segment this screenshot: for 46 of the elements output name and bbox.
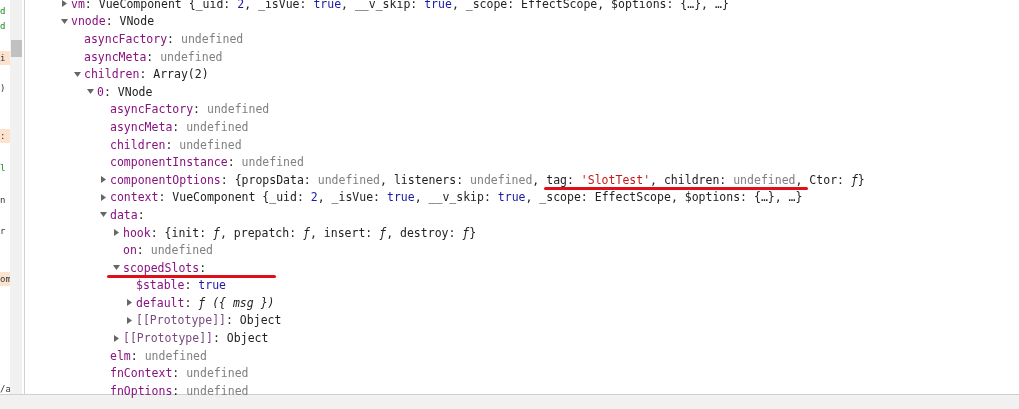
code-fragment: n: [0, 194, 7, 207]
property-line: context: VueComponent {_uid: 2, _isVue: true, __v_skip: true, _scope: EffectScope, $options: {…}, …}: [110, 190, 803, 205]
code-fragment: d: [0, 5, 7, 18]
code-fragment: r: [0, 225, 7, 238]
property-line: data:: [110, 207, 145, 222]
property-line: [[Prototype]]: Object: [123, 331, 269, 346]
code-fragment: d: [0, 20, 7, 33]
property-line: hook: {init: ƒ, prepatch: ƒ, insert: ƒ, destroy: ƒ}: [123, 225, 477, 240]
collapse-triangle-icon[interactable]: [113, 264, 120, 272]
property-line: $stable: true: [136, 278, 227, 293]
expand-triangle-icon[interactable]: [126, 317, 133, 324]
property-line: 0: VNode: [97, 84, 153, 99]
collapse-triangle-icon[interactable]: [61, 17, 68, 25]
collapse-triangle-icon[interactable]: [87, 88, 94, 96]
property-line: asyncFactory: undefined: [110, 102, 270, 117]
property-line: children: undefined: [110, 137, 242, 152]
expand-triangle-icon[interactable]: [100, 176, 107, 184]
expand-triangle-icon[interactable]: [100, 193, 107, 201]
property-line: children: Array(2): [84, 67, 209, 82]
code-fragment: om: [0, 272, 10, 286]
property-line: [[Prototype]]: Object: [136, 313, 282, 328]
property-line: asyncMeta: undefined: [110, 119, 249, 134]
expand-triangle-icon[interactable]: [113, 229, 120, 236]
property-line: fnOptions: undefined: [110, 383, 249, 398]
property-line: on: undefined: [123, 243, 214, 258]
expand-triangle-icon[interactable]: [61, 0, 68, 8]
property-line: default: ƒ ({ msg }): [136, 295, 275, 310]
collapse-triangle-icon[interactable]: [74, 70, 81, 78]
property-line: asyncMeta: undefined: [84, 49, 223, 64]
property-line: scopedSlots:: [123, 260, 207, 275]
property-line: fnContext: undefined: [110, 366, 249, 381]
code-fragment: /a: [0, 383, 10, 396]
collapse-triangle-icon[interactable]: [100, 211, 107, 219]
code-fragment: i: [0, 51, 10, 65]
property-line: componentOptions: {propsData: undefined, listeners: undefined, tag: 'SlotTest', children: undefined, Ctor: ƒ}: [110, 172, 865, 187]
code-fragment: :: [0, 129, 10, 143]
expand-triangle-icon[interactable]: [113, 334, 120, 342]
expand-triangle-icon[interactable]: [126, 299, 133, 307]
scrollbar-thumb[interactable]: [10, 40, 22, 57]
property-line: componentInstance: undefined: [110, 155, 304, 170]
property-line: asyncFactory: undefined: [84, 32, 244, 46]
property-line: elm: undefined: [110, 348, 207, 363]
property-line: vnode: VNode: [71, 14, 155, 29]
code-fragment: l: [0, 162, 7, 175]
scrollbar[interactable]: [10, 0, 22, 394]
code-fragment: ): [0, 82, 7, 95]
